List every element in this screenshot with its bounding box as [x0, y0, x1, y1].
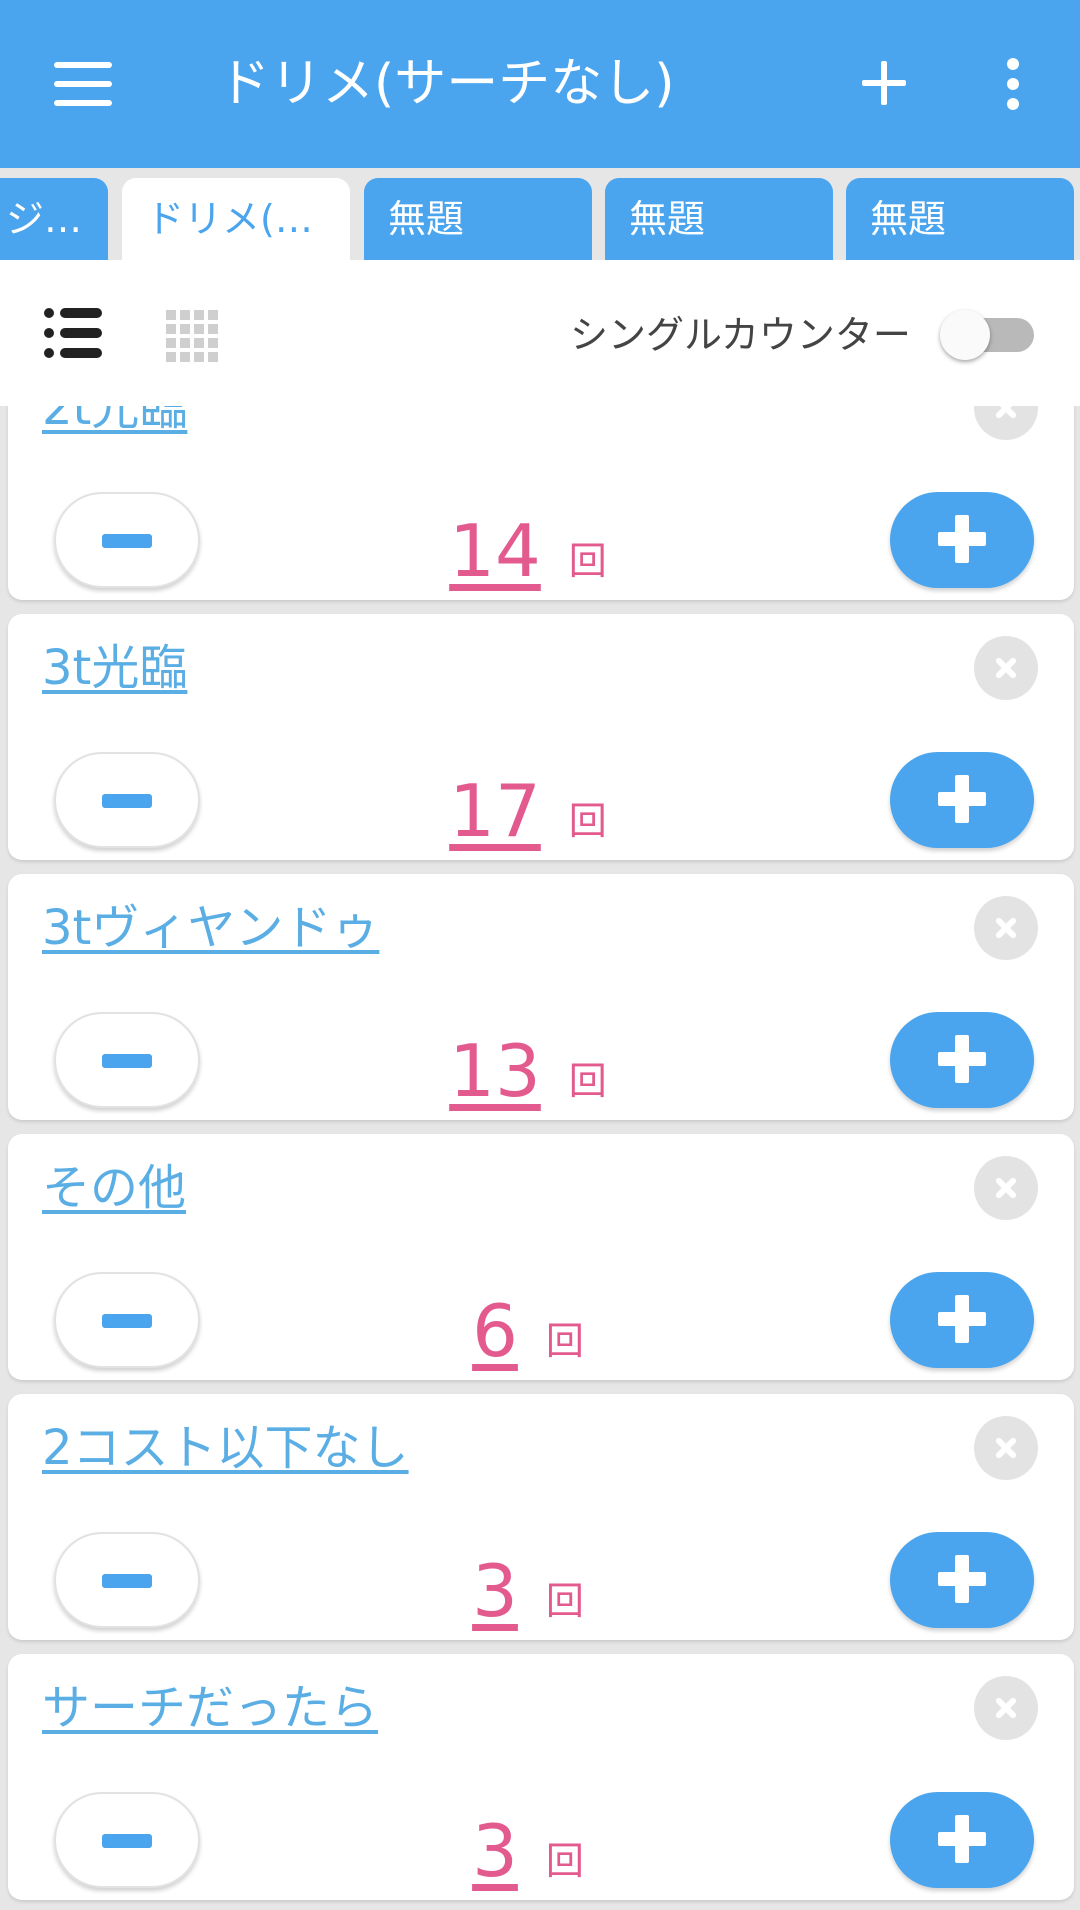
count-number[interactable]: 3: [472, 1548, 518, 1634]
counter-title[interactable]: 3t光臨: [42, 636, 187, 700]
counter-title[interactable]: 2コスト以下なし: [42, 1416, 409, 1480]
count-number[interactable]: 14: [449, 508, 541, 594]
counter-value: 13 回: [308, 1014, 748, 1114]
delete-counter-icon[interactable]: [974, 636, 1038, 700]
tab-4[interactable]: 無題: [846, 178, 1074, 260]
grid-view-icon[interactable]: [166, 310, 218, 362]
increment-button[interactable]: [890, 1272, 1034, 1368]
counter-card: 3tヴィヤンドゥ 13 回: [8, 874, 1074, 1120]
counter-title[interactable]: サーチだったら: [42, 1676, 378, 1740]
count-unit: 回: [568, 539, 607, 583]
view-toolbar: シングルカウンター: [0, 260, 1080, 406]
count-unit: 回: [545, 1839, 584, 1883]
tab-1[interactable]: ドリメ(…: [122, 178, 350, 260]
counter-card: 2t光臨 14 回: [8, 406, 1074, 600]
increment-button[interactable]: [890, 752, 1034, 848]
decrement-button[interactable]: [54, 1792, 200, 1888]
counter-title[interactable]: その他: [42, 1156, 186, 1220]
delete-counter-icon[interactable]: [974, 1676, 1038, 1740]
add-counter-icon[interactable]: [862, 54, 912, 114]
app-bar: ドリメ(サーチなし): [0, 0, 1080, 168]
increment-button[interactable]: [890, 492, 1034, 588]
tab-bar: ジ… ドリメ(… 無題 無題 無題: [0, 168, 1080, 260]
count-unit: 回: [568, 799, 607, 843]
decrement-button[interactable]: [54, 1532, 200, 1628]
delete-counter-icon[interactable]: [974, 406, 1038, 440]
count-unit: 回: [545, 1319, 584, 1363]
counter-value: 14 回: [308, 494, 748, 594]
counter-value: 3 回: [308, 1534, 748, 1634]
counter-value: 6 回: [308, 1274, 748, 1374]
delete-counter-icon[interactable]: [974, 896, 1038, 960]
list-view-icon[interactable]: [44, 308, 102, 358]
count-number[interactable]: 17: [449, 768, 541, 854]
increment-button[interactable]: [890, 1792, 1034, 1888]
single-counter-toggle[interactable]: [940, 310, 1036, 360]
tab-0[interactable]: ジ…: [0, 178, 108, 260]
counter-title[interactable]: 2t光臨: [42, 406, 187, 440]
hamburger-menu-icon[interactable]: [54, 62, 114, 106]
tab-2[interactable]: 無題: [364, 178, 592, 260]
decrement-button[interactable]: [54, 752, 200, 848]
count-number[interactable]: 6: [472, 1288, 518, 1374]
delete-counter-icon[interactable]: [974, 1416, 1038, 1480]
decrement-button[interactable]: [54, 492, 200, 588]
toggle-thumb: [940, 310, 990, 360]
decrement-button[interactable]: [54, 1012, 200, 1108]
counter-title[interactable]: 3tヴィヤンドゥ: [42, 896, 379, 960]
single-counter-label: シングルカウンター: [570, 313, 911, 357]
count-number[interactable]: 3: [472, 1808, 518, 1894]
increment-button[interactable]: [890, 1532, 1034, 1628]
counter-value: 3 回: [308, 1794, 748, 1894]
count-number[interactable]: 13: [449, 1028, 541, 1114]
count-unit: 回: [568, 1059, 607, 1103]
increment-button[interactable]: [890, 1012, 1034, 1108]
decrement-button[interactable]: [54, 1272, 200, 1368]
counter-card: 3t光臨 17 回: [8, 614, 1074, 860]
more-options-icon[interactable]: [998, 58, 1028, 110]
counter-card: その他 6 回: [8, 1134, 1074, 1380]
counter-list[interactable]: 2t光臨 14 回 3t光臨 17 回 3tヴィヤンドゥ 13 回 その他 6 …: [0, 406, 1080, 1910]
page-title: ドリメ(サーチなし): [218, 54, 675, 114]
counter-card: サーチだったら 3 回: [8, 1654, 1074, 1900]
delete-counter-icon[interactable]: [974, 1156, 1038, 1220]
counter-value: 17 回: [308, 754, 748, 854]
counter-card: 2コスト以下なし 3 回: [8, 1394, 1074, 1640]
count-unit: 回: [545, 1579, 584, 1623]
tab-3[interactable]: 無題: [605, 178, 833, 260]
